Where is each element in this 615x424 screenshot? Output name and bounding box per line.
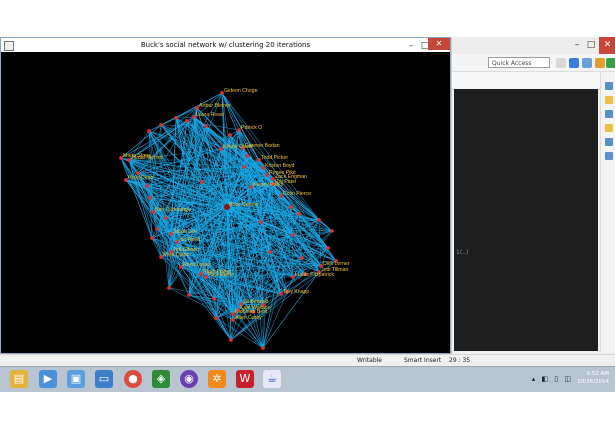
graph-node[interactable] <box>174 116 178 120</box>
chrome-icon[interactable]: ● <box>124 370 142 388</box>
clock-date: 10/26/2014 <box>577 379 609 385</box>
taskbar: ▤ ▶ ▣ ▭ ● ◈ ◉ ✲ W ☕ ▴ ◧ ▯ ◫ 9:52 AM 10/2… <box>0 366 615 392</box>
graph-node[interactable] <box>242 165 246 169</box>
node-label: Tory Knapp <box>283 289 309 295</box>
javadoc-icon[interactable] <box>605 124 613 132</box>
system-tray[interactable]: ▴ ◧ ▯ ◫ <box>532 375 573 383</box>
node-label: Jamal Nichols <box>131 155 164 161</box>
graph-node[interactable] <box>214 316 218 320</box>
eclipse-side-toolbar <box>600 72 615 352</box>
graph-node[interactable] <box>300 256 304 260</box>
graph-node[interactable] <box>228 133 232 137</box>
eclipse-maximize-button[interactable]: □ <box>584 37 598 54</box>
node-label: Raj Patel <box>275 179 296 185</box>
debug-perspective-icon[interactable] <box>582 58 592 68</box>
node-label: Kristen Boyd <box>265 163 295 169</box>
graph-node[interactable] <box>326 246 330 250</box>
network-graph-canvas[interactable]: Gideon Choge Arthur Bleiner Laura Rossi Pat… <box>1 52 450 353</box>
java-perspective-icon[interactable] <box>569 58 579 68</box>
node-label: Sarah Lee <box>173 229 197 235</box>
node-label: Ian Reed <box>179 237 200 243</box>
wps-icon[interactable]: W <box>236 370 254 388</box>
git-perspective-icon[interactable] <box>595 58 605 68</box>
settings-icon[interactable]: ✲ <box>208 370 226 388</box>
media-icon[interactable]: ▶ <box>39 370 57 388</box>
open-perspective-icon[interactable] <box>556 58 566 68</box>
node-label: Allen Carey <box>235 315 262 321</box>
console-text: 1(..) <box>456 249 469 256</box>
clock-time: 9:52 AM <box>586 371 609 377</box>
problems-icon[interactable] <box>605 110 613 118</box>
graph-node[interactable] <box>204 124 208 128</box>
graph-node[interactable] <box>317 218 321 222</box>
network-titlebar: Buck's social network w/ clustering 20 i… <box>1 38 450 52</box>
xbox-icon[interactable]: ◈ <box>152 370 170 388</box>
graph-node[interactable] <box>187 293 191 297</box>
graph-node[interactable] <box>229 338 233 342</box>
graph-node[interactable] <box>297 212 301 216</box>
node-label: Holly Dean <box>128 175 153 181</box>
network-window: Buck's social network w/ clustering 20 i… <box>0 37 451 354</box>
graph-node[interactable] <box>155 227 159 231</box>
console-view[interactable]: 1(..) <box>454 89 598 351</box>
node-label: Arthur Bleiner <box>199 103 231 109</box>
game-icon[interactable]: ◉ <box>180 370 198 388</box>
graph-node[interactable] <box>164 216 168 220</box>
graph-node[interactable] <box>289 205 293 209</box>
eclipse-minimize-button[interactable]: – <box>570 37 584 54</box>
window-title: Buck's social network w/ clustering 20 i… <box>140 41 311 49</box>
task-list-icon[interactable] <box>605 96 613 104</box>
node-label: Patrick O <box>241 125 262 131</box>
graph-node[interactable] <box>261 346 265 350</box>
close-button[interactable]: ✕ <box>428 38 450 50</box>
graph-node[interactable] <box>259 220 263 224</box>
node-label: Laura Rossi <box>196 112 224 118</box>
outline-icon[interactable] <box>605 82 613 90</box>
eclipse-titlebar: – □ ✕ <box>452 37 615 54</box>
graph-node[interactable] <box>330 229 334 233</box>
eclipse-window: – □ ✕ Quick Access 1(..) <box>451 37 615 354</box>
graph-node[interactable] <box>268 250 272 254</box>
node-label: Lucas Fitzpatrick <box>295 272 334 278</box>
run-perspective-icon[interactable] <box>606 58 615 68</box>
node-label: Ben Cummings <box>155 207 191 213</box>
graph-edges <box>120 92 337 349</box>
eclipse-editor-strip <box>452 72 600 90</box>
graph-node[interactable] <box>245 154 249 158</box>
graph-node[interactable] <box>167 286 171 290</box>
node-label: Paul Harris <box>208 272 234 278</box>
graph-node[interactable] <box>145 184 149 188</box>
node-label: Todd Picker <box>261 155 288 161</box>
graph-node[interactable] <box>291 233 295 237</box>
graph-node[interactable] <box>212 297 216 301</box>
graph-node[interactable] <box>159 123 163 127</box>
folder-icon[interactable]: ▭ <box>95 370 113 388</box>
file-explorer-icon[interactable]: ▤ <box>10 370 28 388</box>
graph-node[interactable] <box>200 180 204 184</box>
graph-node[interactable] <box>148 196 152 200</box>
node-label: Gideon Choge <box>224 88 258 94</box>
node-label: Nora Quinn <box>163 252 190 258</box>
clock[interactable]: 9:52 AM 10/26/2014 <box>577 370 609 386</box>
eclipse-close-button[interactable]: ✕ <box>599 37 615 54</box>
graph-node[interactable] <box>150 236 154 240</box>
eclipse-toolbar: Quick Access <box>452 54 615 72</box>
declaration-icon[interactable] <box>605 138 613 146</box>
console-icon[interactable] <box>605 152 613 160</box>
node-label: Colin Pierce <box>283 191 311 197</box>
graph-node[interactable] <box>185 119 189 123</box>
quick-access-input[interactable]: Quick Access <box>488 57 550 68</box>
node-label: Rosa Lopez <box>183 262 211 268</box>
node-label: Kristie Olson <box>223 144 253 150</box>
node-label: Buck Dennis <box>229 202 259 208</box>
java-icon[interactable]: ☕ <box>263 370 281 388</box>
graph-node[interactable] <box>147 129 151 133</box>
photos-icon[interactable]: ▣ <box>67 370 85 388</box>
